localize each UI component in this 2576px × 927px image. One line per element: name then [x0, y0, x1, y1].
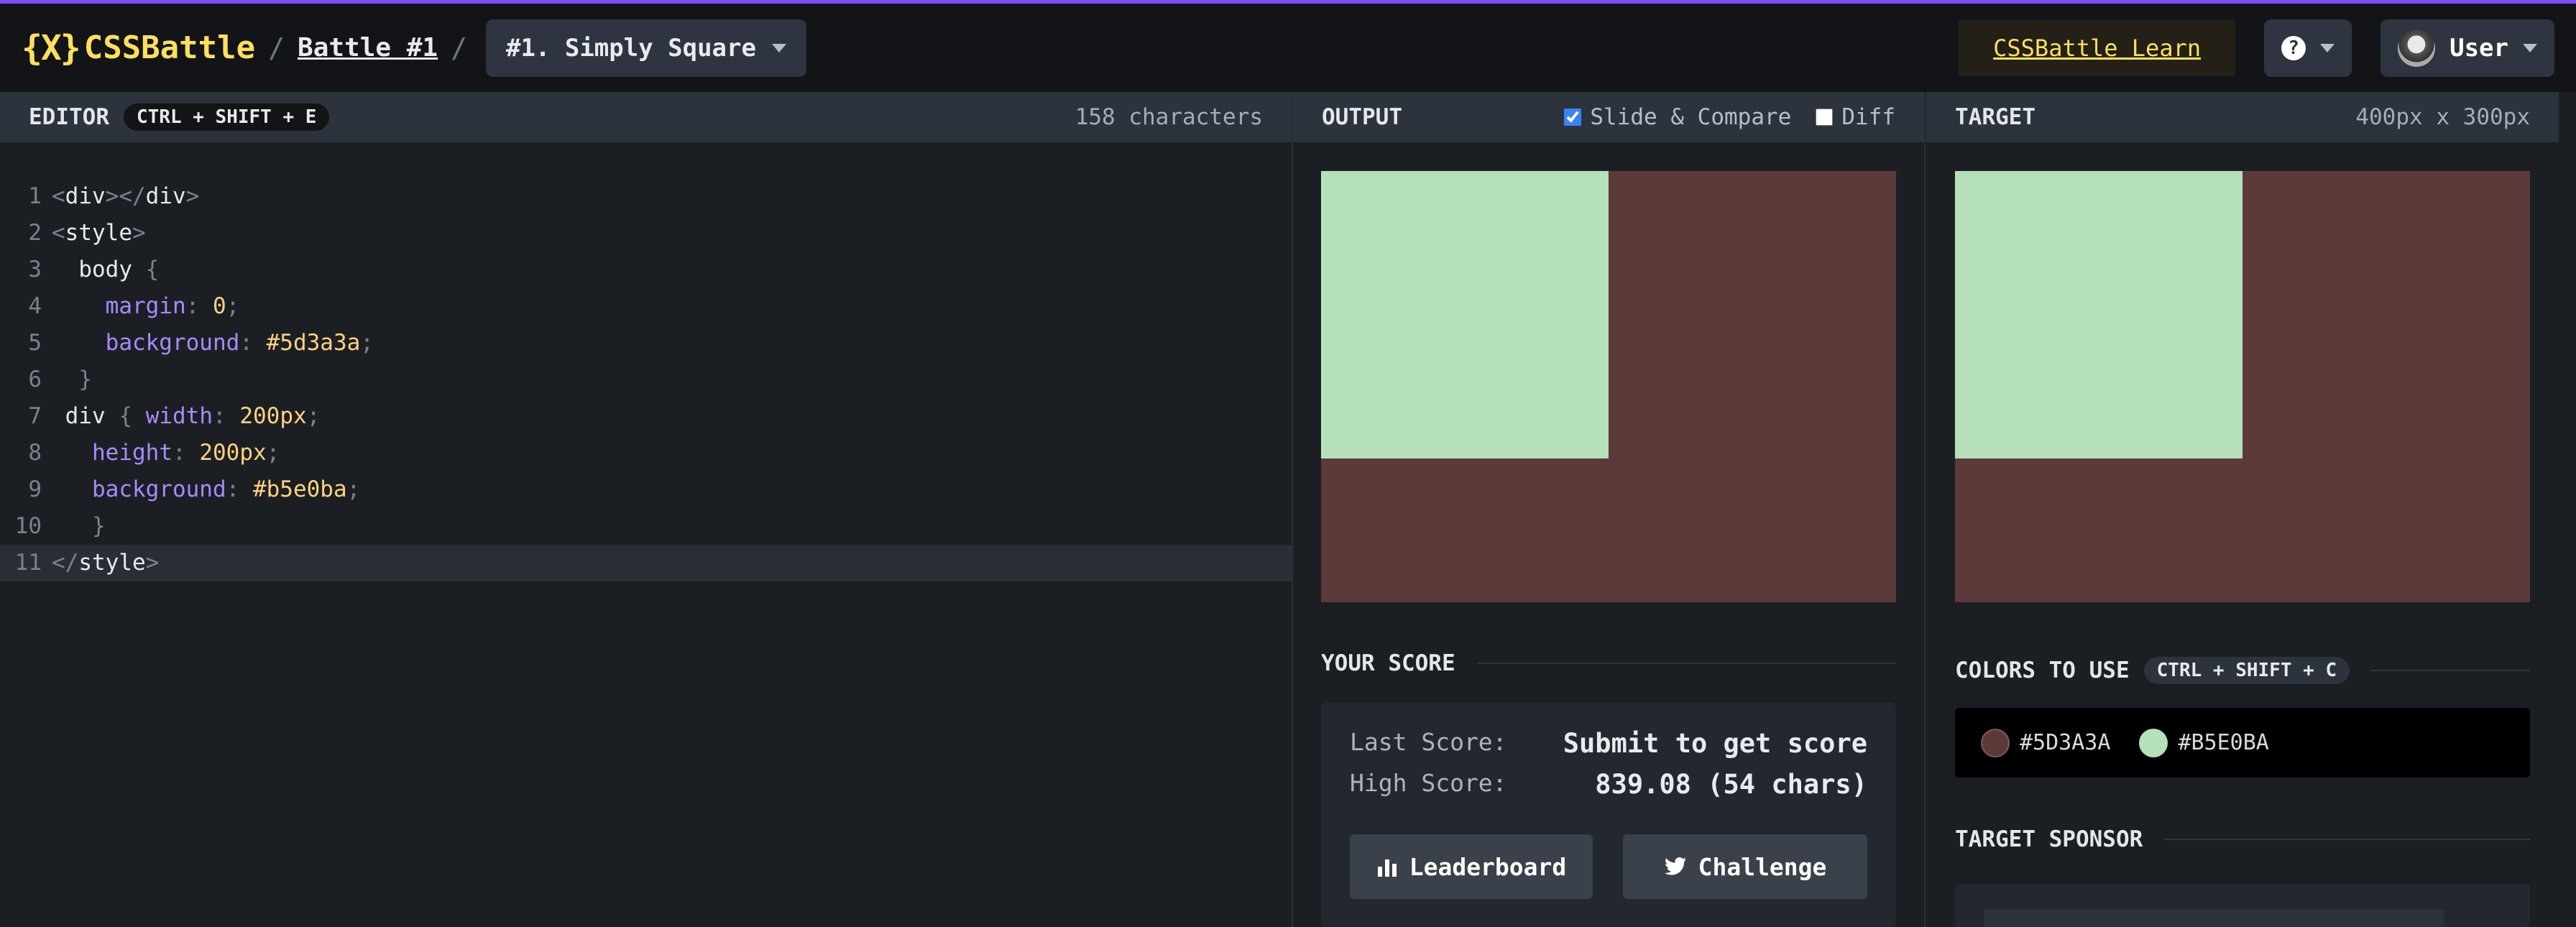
last-score-value: Submit to get score	[1563, 728, 1867, 759]
editor-shortcut-badge: CTRL + SHIFT + E	[123, 103, 330, 131]
last-score-row: Last Score: Submit to get score	[1350, 728, 1867, 759]
code-line: 9 background: #b5e0ba;	[28, 476, 361, 502]
colors-heading: COLORS TO USE CTRL + SHIFT + C	[1955, 657, 2530, 684]
color-dot	[1981, 728, 2010, 757]
battle-link[interactable]: Battle #1	[298, 33, 438, 63]
cssbattle-learn-link[interactable]: CSSBattle Learn	[1959, 19, 2236, 76]
logo-text: CSSBattle	[83, 29, 256, 66]
leaderboard-button[interactable]: Leaderboard	[1350, 834, 1593, 899]
divider	[1476, 663, 1896, 664]
breadcrumb-separator: /	[268, 32, 285, 64]
code-editor[interactable]: 1 <div></div> 2 <style> 3 body { 4 margin:…	[0, 142, 1292, 927]
target-canvas[interactable]	[1955, 171, 2530, 602]
code-line: 6 }	[28, 366, 92, 392]
target-dimensions: 400px x 300px	[2355, 104, 2530, 130]
code-line: 3 body {	[28, 257, 160, 282]
slide-compare-label: Slide & Compare	[1590, 104, 1792, 130]
target-sponsor-heading: TARGET SPONSOR	[1955, 826, 2530, 852]
color-swatch[interactable]: #5D3A3A	[1981, 728, 2111, 757]
logo-mark: {X}	[22, 27, 81, 68]
twitter-icon	[1664, 857, 1686, 875]
breadcrumb-separator: /	[451, 32, 467, 64]
chevron-down-icon	[2320, 43, 2335, 52]
slide-compare-toggle[interactable]: Slide & Compare	[1564, 104, 1791, 130]
chevron-down-icon	[771, 43, 786, 52]
output-title: OUTPUT	[1322, 104, 1402, 130]
diff-label: Diff	[1841, 104, 1895, 130]
user-menu-button[interactable]: User	[2380, 19, 2554, 77]
output-header: OUTPUT Slide & Compare Diff	[1293, 92, 1924, 142]
color-hex: #5D3A3A	[2020, 730, 2111, 755]
editor-title: EDITOR	[29, 104, 109, 130]
bar-chart-icon	[1377, 859, 1397, 877]
user-label: User	[2450, 33, 2508, 63]
panel-divider	[1292, 92, 1293, 927]
panel-divider	[1924, 92, 1926, 927]
color-hex: #B5E0BA	[2178, 730, 2269, 755]
code-line: 8 height: 200px;	[28, 440, 280, 466]
color-palette: #5D3A3A #B5E0BA	[1955, 708, 2530, 778]
high-score-value: 839.08 (54 chars)	[1595, 769, 1867, 800]
last-score-label: Last Score:	[1350, 728, 1507, 756]
divider	[2164, 839, 2530, 840]
target-square	[1955, 171, 2242, 458]
slide-compare-checkbox[interactable]	[1564, 109, 1582, 126]
color-swatch[interactable]: #B5E0BA	[2139, 728, 2269, 757]
code-line: 2 <style>	[28, 220, 146, 246]
output-square	[1321, 171, 1609, 458]
help-menu-button[interactable]: ?	[2264, 19, 2352, 77]
code-line: 5 background: #5d3a3a;	[28, 330, 374, 356]
color-dot	[2139, 728, 2168, 757]
chevron-down-icon	[2523, 43, 2537, 52]
code-line-active: 11 </style>	[0, 545, 1292, 581]
code-line: 1 <div></div>	[28, 183, 200, 209]
code-line: 10 }	[14, 513, 106, 539]
code-line: 7 div { width: 200px;	[28, 403, 321, 429]
challenge-button[interactable]: Challenge	[1623, 834, 1867, 899]
code-line: 4 margin: 0;	[28, 293, 240, 319]
sponsor-card	[1955, 884, 2530, 927]
character-count: 158 characters	[1075, 104, 1263, 130]
target-title: TARGET	[1955, 104, 2036, 130]
output-canvas[interactable]	[1321, 171, 1896, 602]
your-score-heading: YOUR SCORE	[1321, 650, 1896, 676]
high-score-row: High Score: 839.08 (54 chars)	[1350, 769, 1867, 800]
target-header: TARGET 400px x 300px	[1926, 92, 2559, 142]
target-select-label: #1. Simply Square	[505, 33, 756, 63]
target-select-button[interactable]: #1. Simply Square	[485, 19, 806, 77]
cssbattle-logo[interactable]: {X} CSSBattle	[22, 28, 255, 68]
editor-header: EDITOR CTRL + SHIFT + E 158 characters	[0, 92, 1292, 142]
divider	[2371, 670, 2530, 671]
top-bar: {X} CSSBattle / Battle #1 / #1. Simply S…	[0, 4, 2576, 92]
sponsor-placeholder	[1984, 909, 2444, 927]
diff-toggle[interactable]: Diff	[1816, 104, 1895, 130]
colors-shortcut-badge: CTRL + SHIFT + C	[2143, 657, 2350, 684]
avatar	[2398, 29, 2436, 67]
high-score-label: High Score:	[1350, 769, 1507, 797]
score-card: Last Score: Submit to get score High Sco…	[1321, 703, 1896, 927]
help-icon: ?	[2281, 35, 2306, 60]
diff-checkbox[interactable]	[1816, 109, 1834, 126]
